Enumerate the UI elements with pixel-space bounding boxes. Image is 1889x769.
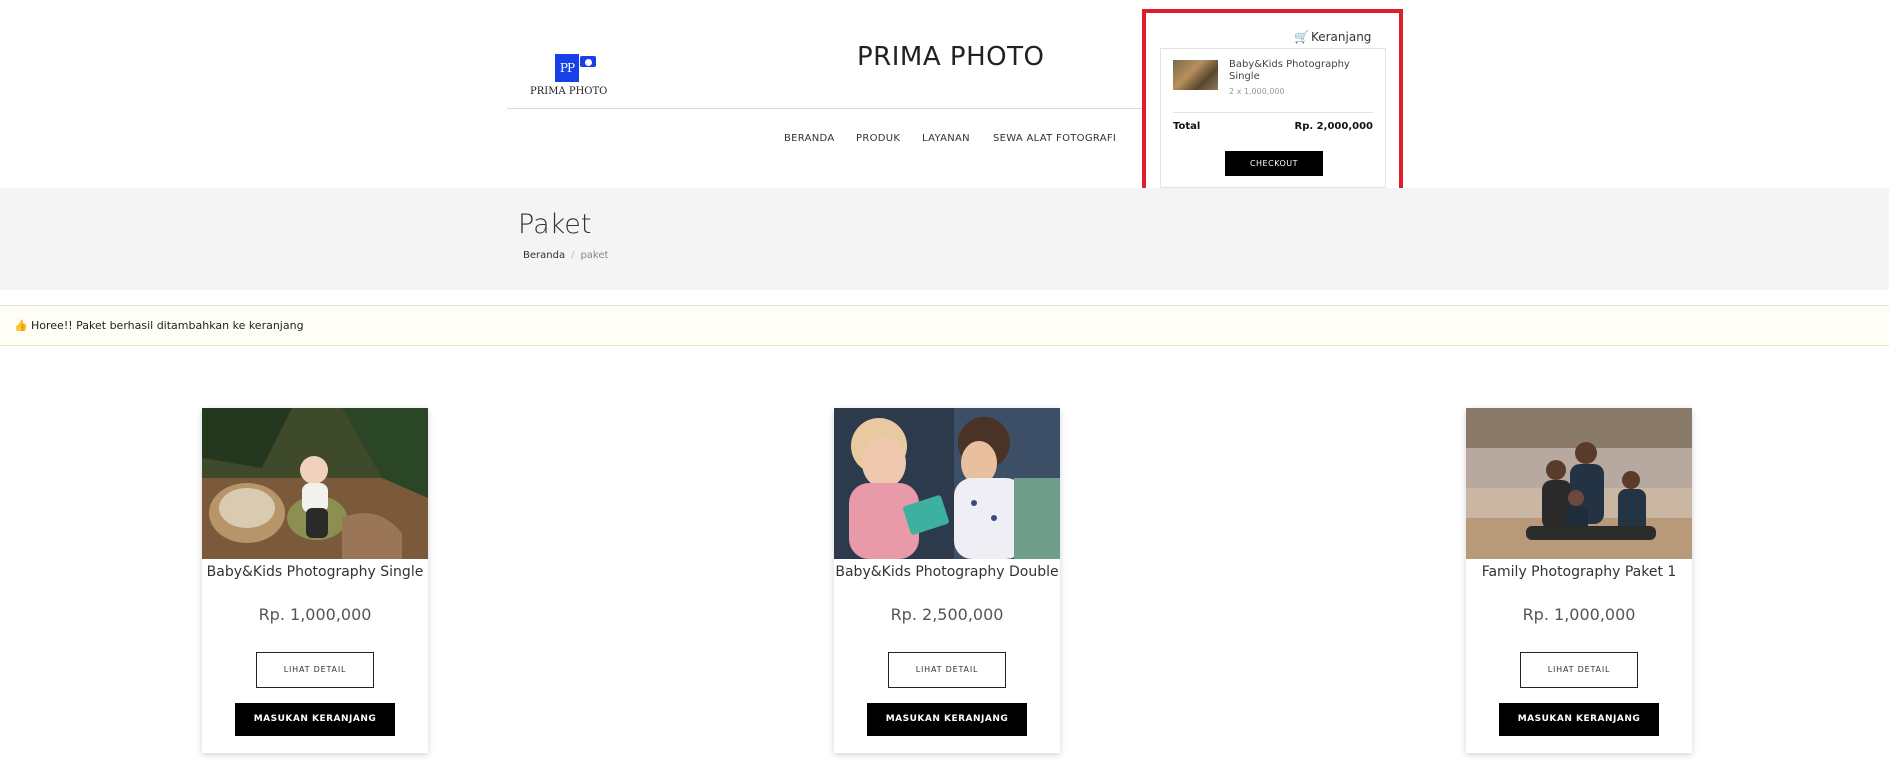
cart-dropdown: Baby&Kids Photography Single 2 x 1,000,0… bbox=[1160, 48, 1386, 188]
checkout-button[interactable]: CHECKOUT bbox=[1225, 151, 1323, 176]
cart-item-quantity: 2 x 1,000,000 bbox=[1229, 87, 1285, 96]
nav-item-beranda[interactable]: BERANDA bbox=[784, 133, 835, 144]
product-card: Family Photography Paket 1 Rp. 1,000,000… bbox=[1466, 408, 1692, 753]
add-to-cart-button[interactable]: MASUKAN KERANJANG bbox=[235, 703, 395, 736]
product-image[interactable] bbox=[202, 408, 428, 559]
page-title: Paket bbox=[518, 209, 592, 240]
product-price: Rp. 2,500,000 bbox=[890, 605, 1004, 624]
add-to-cart-button[interactable]: MASUKAN KERANJANG bbox=[1499, 703, 1659, 736]
cart-link[interactable]: 🛒 Keranjang bbox=[1294, 30, 1371, 44]
logo-mark-text: PP bbox=[559, 61, 575, 75]
view-detail-button[interactable]: LIHAT DETAIL bbox=[1520, 652, 1638, 688]
product-image[interactable] bbox=[1466, 408, 1692, 559]
nav-item-produk[interactable]: PRODUK bbox=[856, 133, 900, 144]
product-name[interactable]: Baby&Kids Photography Single bbox=[202, 564, 428, 580]
view-detail-button[interactable]: LIHAT DETAIL bbox=[888, 652, 1006, 688]
cart-item-name[interactable]: Baby&Kids Photography Single bbox=[1229, 59, 1369, 83]
product-image[interactable] bbox=[834, 408, 1060, 559]
success-alert: 👍 Horee!! Paket berhasil ditambahkan ke … bbox=[0, 305, 1889, 346]
nav-item-layanan[interactable]: LAYANAN bbox=[922, 133, 970, 144]
cart-divider bbox=[1173, 112, 1373, 113]
breadcrumb-home[interactable]: Beranda bbox=[523, 250, 565, 261]
logo-mark: PP bbox=[555, 54, 596, 82]
product-name[interactable]: Baby&Kids Photography Double bbox=[834, 564, 1060, 580]
breadcrumb: Beranda / paket bbox=[523, 250, 608, 261]
logo-text: PRIMA PHOTO bbox=[530, 86, 608, 97]
cart-total-label: Total bbox=[1173, 121, 1201, 132]
breadcrumb-separator: / bbox=[571, 250, 575, 261]
camera-icon bbox=[580, 56, 596, 67]
breadcrumb-current: paket bbox=[580, 250, 609, 261]
product-name[interactable]: Family Photography Paket 1 bbox=[1466, 564, 1692, 580]
thumbs-up-icon: 👍 bbox=[14, 319, 28, 332]
cart-item-thumbnail[interactable] bbox=[1173, 60, 1218, 90]
cart-total-value: Rp. 2,000,000 bbox=[1294, 121, 1373, 132]
product-price: Rp. 1,000,000 bbox=[258, 605, 372, 624]
cart-icon: 🛒 bbox=[1294, 30, 1309, 44]
product-card: Baby&Kids Photography Single Rp. 1,000,0… bbox=[202, 408, 428, 753]
cart-link-label: Keranjang bbox=[1310, 30, 1372, 44]
view-detail-button[interactable]: LIHAT DETAIL bbox=[256, 652, 374, 688]
page-header-band bbox=[0, 188, 1889, 290]
header-divider bbox=[507, 108, 1142, 109]
product-price: Rp. 1,000,000 bbox=[1522, 605, 1636, 624]
alert-text: Horee!! Paket berhasil ditambahkan ke ke… bbox=[31, 319, 304, 332]
site-title: PRIMA PHOTO bbox=[857, 42, 1045, 72]
product-card: Baby&Kids Photography Double Rp. 2,500,0… bbox=[834, 408, 1060, 753]
add-to-cart-button[interactable]: MASUKAN KERANJANG bbox=[867, 703, 1027, 736]
nav-item-sewa-alat-fotografi[interactable]: SEWA ALAT FOTOGRAFI bbox=[993, 133, 1116, 144]
site-logo[interactable]: PP PRIMA PHOTO bbox=[530, 40, 608, 100]
